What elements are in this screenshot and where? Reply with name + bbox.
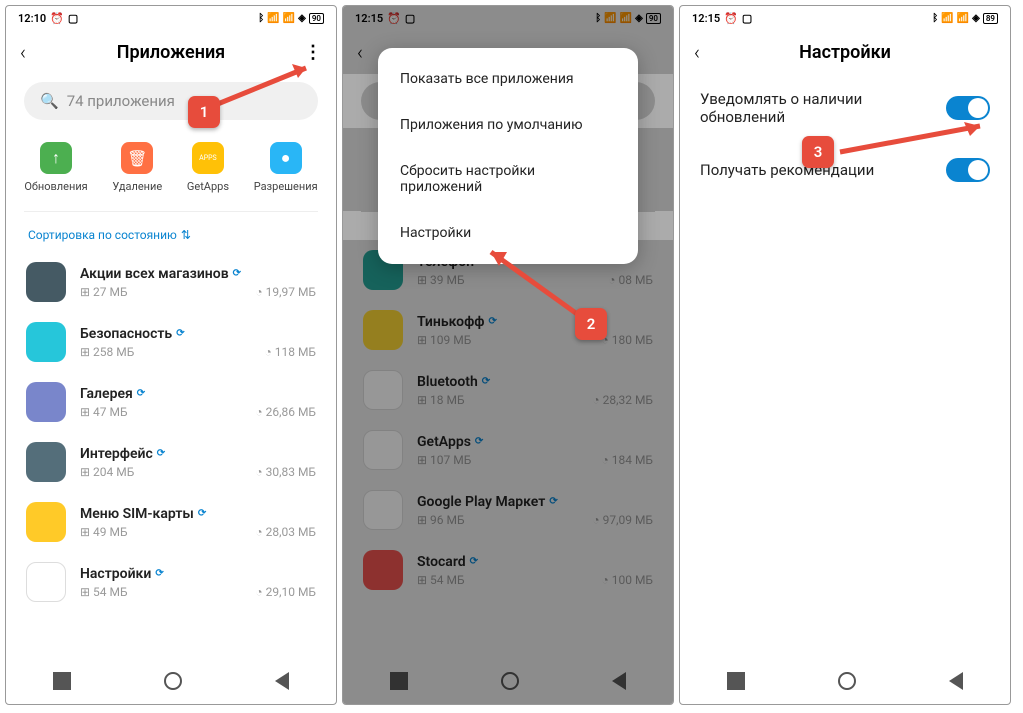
app-icon (26, 562, 66, 602)
action-item[interactable]: 🗑 Удаление (112, 142, 162, 193)
context-menu: Показать все приложенияПриложения по умо… (378, 48, 638, 264)
signal-icon: 📶 (941, 13, 953, 24)
app-name: Безопасность ⟳ (80, 326, 316, 342)
app-storage: ◔ 118 МБ (265, 345, 316, 359)
action-icon: ↑ (40, 142, 72, 174)
app-row[interactable]: Галерея ⟳ ⊞ 47 МБ ◔ 26,86 МБ (14, 372, 328, 432)
action-icon: APPS (192, 142, 224, 174)
back-button[interactable]: ‹ (694, 40, 718, 64)
nav-home-button[interactable] (164, 672, 182, 690)
app-row[interactable]: Акции всех магазинов ⟳ ⊞ 27 МБ ◔ 19,97 М… (14, 252, 328, 312)
action-item[interactable]: ● Разрешения (254, 142, 318, 193)
loading-icon: ⟳ (157, 448, 165, 459)
signal-icon: 📶 (283, 13, 295, 24)
device-icon: ▢ (68, 12, 78, 25)
action-icon: ● (270, 142, 302, 174)
app-storage: ◔ 19,97 МБ (255, 285, 316, 299)
page-title: Настройки (718, 42, 972, 63)
alarm-icon: ⏰ (50, 12, 64, 25)
app-icon (26, 502, 66, 542)
action-label: Разрешения (254, 180, 318, 193)
nav-recent-button[interactable] (727, 672, 745, 690)
loading-icon: ⟳ (137, 388, 145, 399)
phone-screen-1: 12:10 ⏰ ▢ ᛒ 📶 📶 ◈ 90 ‹ Приложения ⋮ 🔍 74… (5, 5, 337, 705)
device-icon: ▢ (742, 12, 752, 25)
action-label: Обновления (24, 180, 87, 193)
app-memory: ⊞ 258 МБ (80, 345, 134, 359)
loading-icon: ⟳ (176, 328, 184, 339)
battery-indicator: 90 (309, 13, 324, 24)
app-memory: ⊞ 47 МБ (80, 405, 128, 419)
app-memory: ⊞ 27 МБ (80, 285, 128, 299)
action-item[interactable]: APPS GetApps (187, 142, 229, 193)
menu-item[interactable]: Сбросить настройки приложений (378, 148, 638, 210)
nav-bar (680, 658, 1010, 704)
annotation-badge: 2 (575, 308, 607, 340)
annotation-arrow (830, 114, 1000, 164)
app-storage: ◔ 30,83 МБ (255, 465, 316, 479)
app-name: Настройки ⟳ (80, 566, 316, 582)
status-bar: 12:10 ⏰ ▢ ᛒ 📶 📶 ◈ 90 (6, 6, 336, 30)
app-list: Акции всех магазинов ⟳ ⊞ 27 МБ ◔ 19,97 М… (6, 252, 336, 658)
app-name: Меню SIM-карты ⟳ (80, 506, 316, 522)
loading-icon: ⟳ (233, 268, 241, 279)
app-storage: ◔ 26,86 МБ (255, 405, 316, 419)
sort-dropdown[interactable]: Сортировка по состоянию ⇅ (6, 212, 336, 252)
menu-item[interactable]: Показать все приложения (378, 56, 638, 102)
battery-indicator: 89 (983, 13, 998, 24)
nav-back-button[interactable] (949, 672, 963, 690)
wifi-icon: ◈ (298, 13, 306, 24)
app-icon (26, 322, 66, 362)
app-storage: ◔ 28,03 МБ (255, 525, 316, 539)
search-icon: 🔍 (40, 92, 59, 110)
app-memory: ⊞ 49 МБ (80, 525, 128, 539)
nav-back-button[interactable] (275, 672, 289, 690)
action-item[interactable]: ↑ Обновления (24, 142, 87, 193)
clock: 12:10 (18, 12, 46, 25)
app-icon (26, 262, 66, 302)
signal-icon: 📶 (957, 13, 969, 24)
action-label: Удаление (112, 180, 162, 193)
back-button[interactable]: ‹ (20, 40, 44, 64)
page-header: ‹ Настройки (680, 30, 1010, 74)
wifi-icon: ◈ (972, 13, 980, 24)
app-storage: ◔ 29,10 МБ (255, 585, 316, 599)
app-row[interactable]: Меню SIM-карты ⟳ ⊞ 49 МБ ◔ 28,03 МБ (14, 492, 328, 552)
app-row[interactable]: Настройки ⟳ ⊞ 54 МБ ◔ 29,10 МБ (14, 552, 328, 612)
app-name: Акции всех магазинов ⟳ (80, 266, 316, 282)
action-row: ↑ Обновления 🗑 Удаление APPS GetApps ● Разрешен… (6, 128, 336, 211)
loading-icon: ⟳ (198, 508, 206, 519)
bluetooth-icon: ᛒ (932, 13, 938, 24)
nav-home-button[interactable] (838, 672, 856, 690)
app-row[interactable]: Интерфейс ⟳ ⊞ 204 МБ ◔ 30,83 МБ (14, 432, 328, 492)
alarm-icon: ⏰ (724, 12, 738, 25)
phone-screen-3: 12:15 ⏰ ▢ ᛒ 📶 📶 ◈ 89 ‹ Настройки Уведомл… (679, 5, 1011, 705)
action-label: GetApps (187, 180, 229, 193)
app-memory: ⊞ 54 МБ (80, 585, 128, 599)
menu-item[interactable]: Приложения по умолчанию (378, 102, 638, 148)
search-placeholder: 74 приложения (67, 92, 175, 110)
bluetooth-icon: ᛒ (258, 13, 264, 24)
loading-icon: ⟳ (155, 568, 163, 579)
annotation-badge: 3 (802, 136, 834, 168)
app-name: Галерея ⟳ (80, 386, 316, 402)
app-name: Интерфейс ⟳ (80, 446, 316, 462)
annotation-badge: 1 (188, 96, 220, 128)
app-icon (26, 442, 66, 482)
phone-screen-2: 12:15 ⏰ ▢ ᛒ 📶 📶 ◈ 90 ‹ 🔍 74 пр ↑ Обновле… (342, 5, 674, 705)
app-memory: ⊞ 204 МБ (80, 465, 134, 479)
clock: 12:15 (692, 12, 720, 25)
nav-bar (6, 658, 336, 704)
status-bar: 12:15 ⏰ ▢ ᛒ 📶 📶 ◈ 89 (680, 6, 1010, 30)
signal-icon: 📶 (267, 13, 279, 24)
action-icon: 🗑 (121, 142, 153, 174)
app-row[interactable]: Безопасность ⟳ ⊞ 258 МБ ◔ 118 МБ (14, 312, 328, 372)
app-icon (26, 382, 66, 422)
nav-recent-button[interactable] (53, 672, 71, 690)
sort-icon: ⇅ (181, 228, 191, 242)
